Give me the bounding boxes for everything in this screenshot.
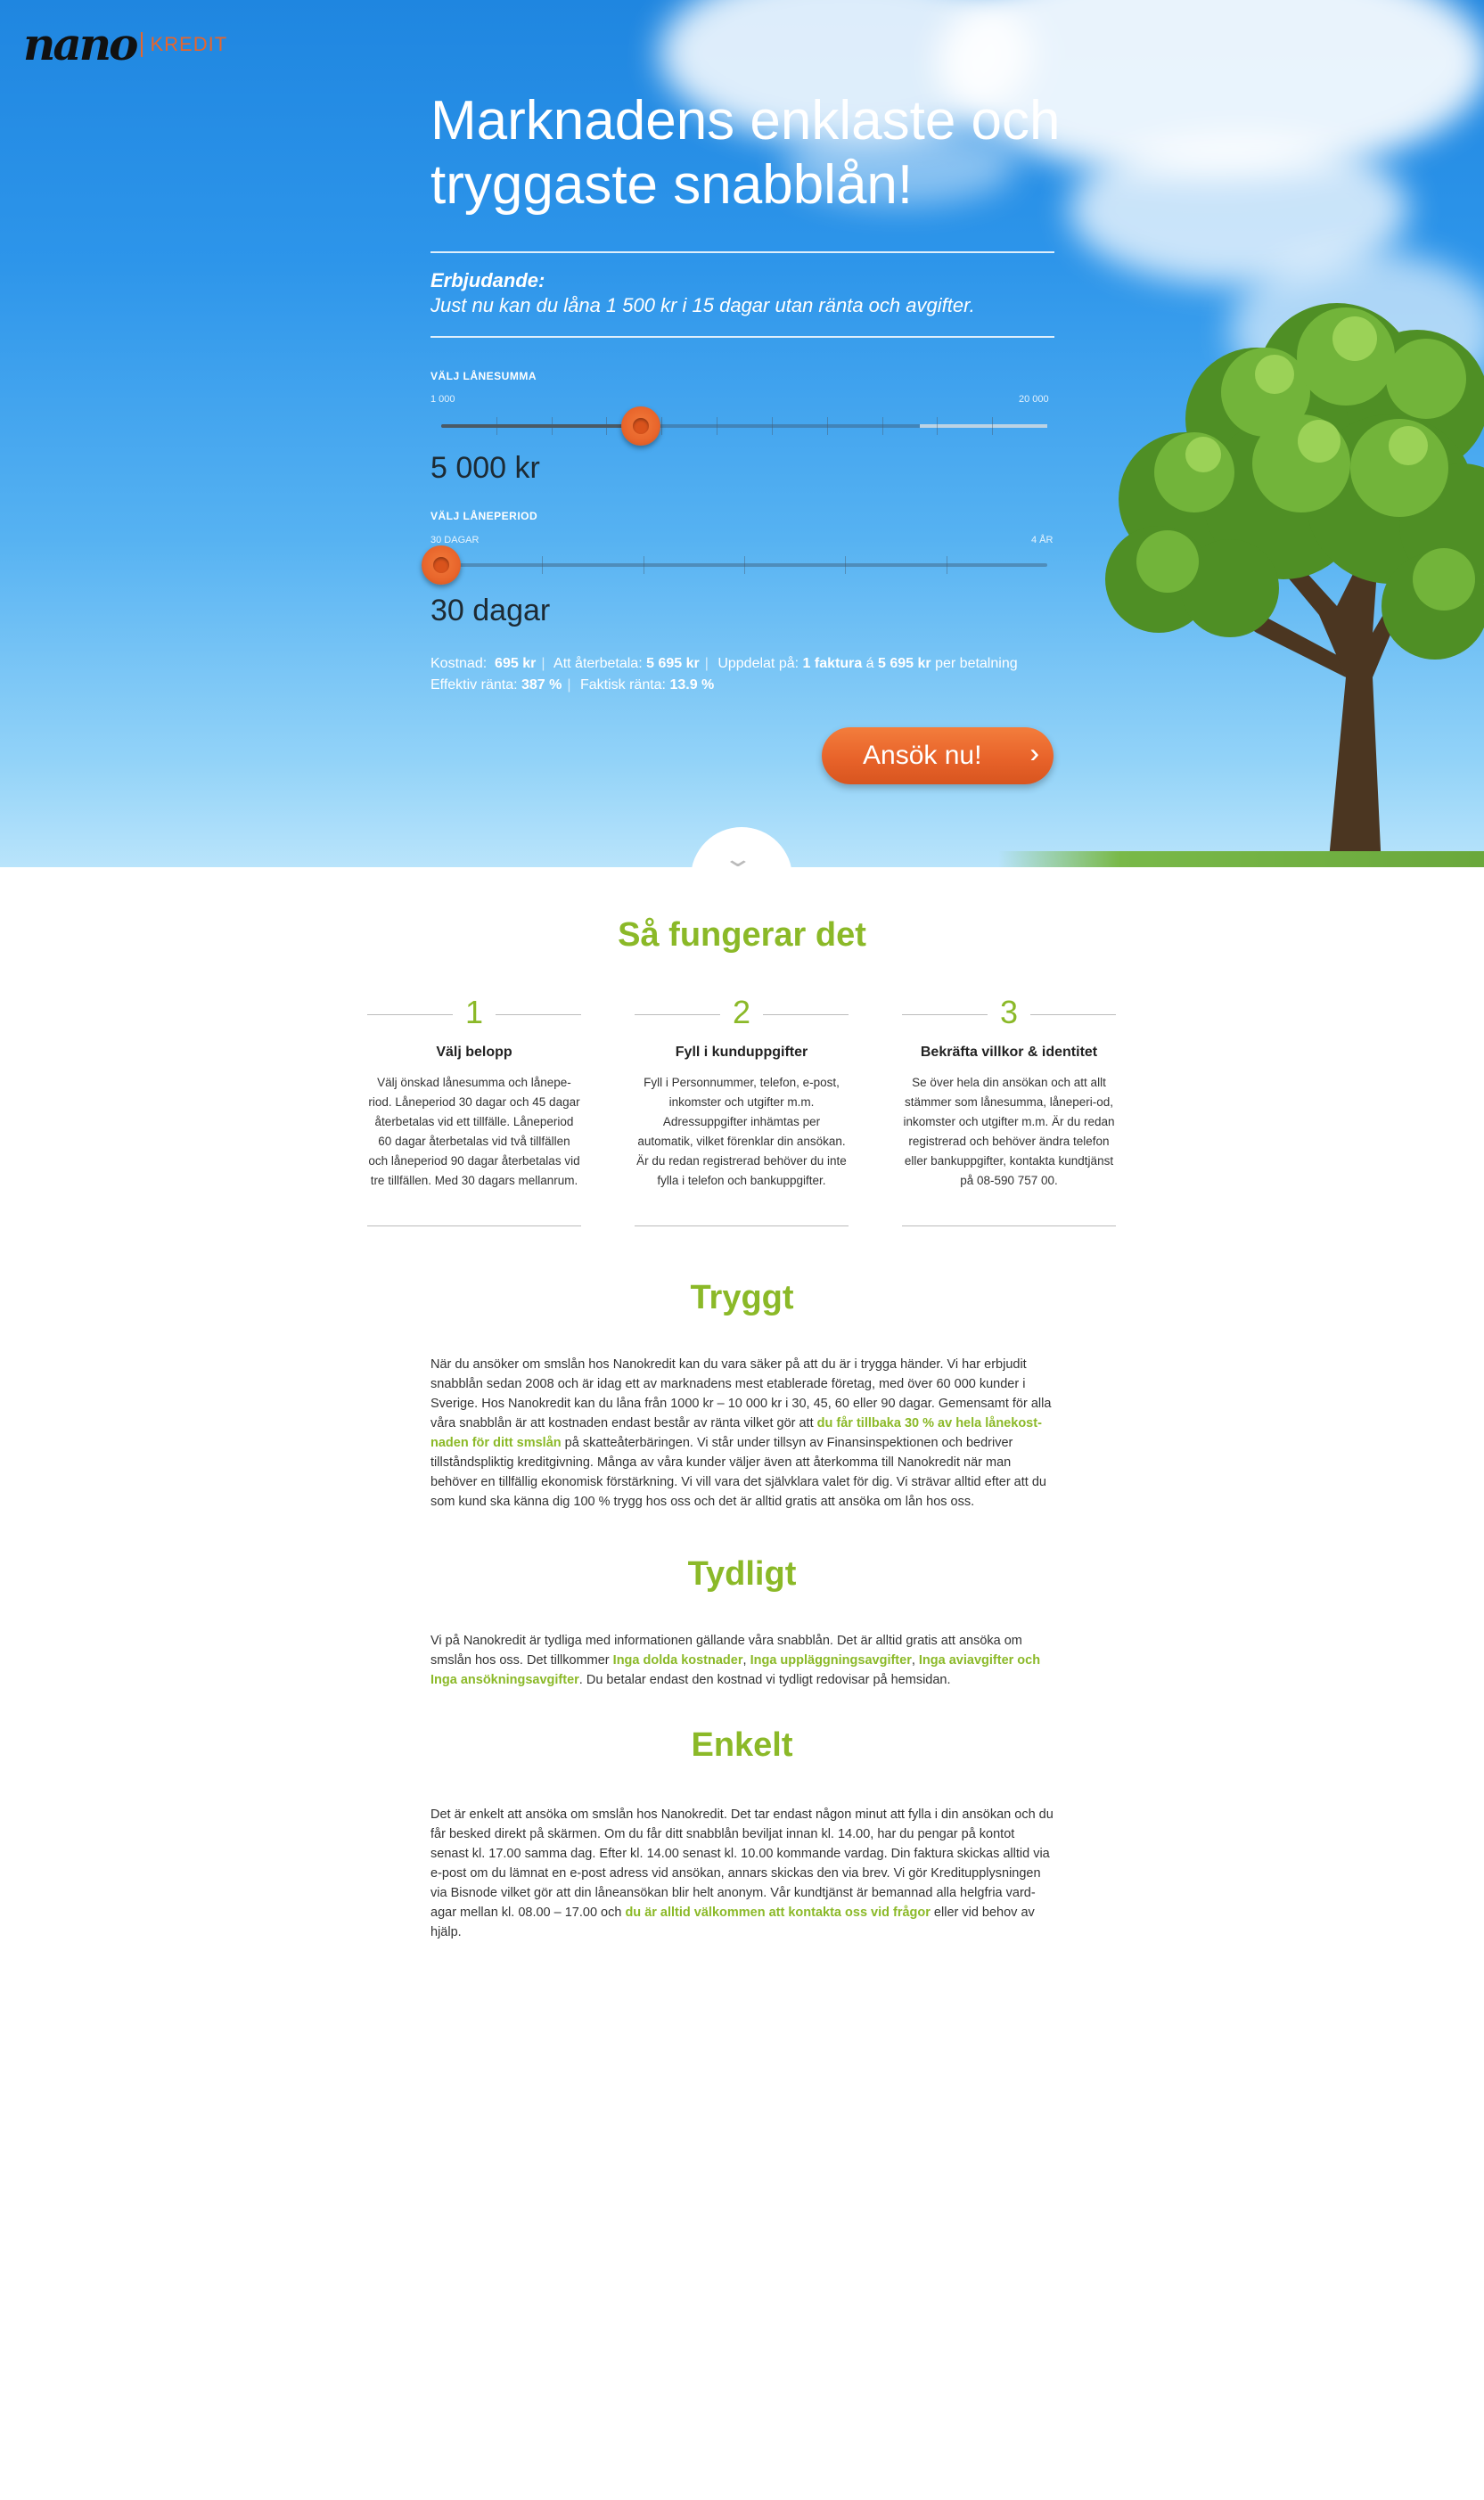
step-number: 1 (464, 994, 484, 1030)
per-payment-suffix: per betalning (935, 656, 1018, 671)
amount-value: 5 000 kr (430, 451, 540, 485)
amount-slider-track[interactable] (441, 417, 1047, 435)
actual-rate-label: Faktisk ränta: (579, 677, 666, 693)
step-title: Bekräfta villkor & identitet (920, 1045, 1098, 1060)
cost-value: 695 kr (495, 656, 537, 671)
step-rule (635, 1014, 720, 1015)
step-header: 3 (902, 988, 1116, 1037)
step-rule (367, 1014, 453, 1015)
setup-fees-link[interactable]: Inga uppläggningsavgifter (750, 1653, 912, 1668)
slider-tick (881, 417, 883, 435)
step-text: Fyll i Personnummer, telefon, e-post, in… (636, 1076, 847, 1187)
tree-illustration (1105, 303, 1484, 867)
nanokredit-logo[interactable]: nano KREDIT (23, 20, 227, 70)
slider-tick (826, 417, 828, 435)
step-title: Välj belopp (436, 1045, 512, 1060)
cost-summary: Kostnad: 695 kr | Att återbetala: 5 695 k… (430, 653, 1072, 696)
step-1: 1 Välj belopp Välj önskad lånesumma och … (367, 988, 581, 1191)
period-slider-max: 4 ÅR (1031, 535, 1054, 545)
step-divider (635, 1225, 849, 1226)
step-rule (496, 1014, 581, 1015)
cost-line-1: Kostnad: 695 kr | Att återbetala: 5 695 k… (430, 656, 1018, 671)
double-chevron-right-icon: › › (1029, 739, 1039, 768)
chevron-down-icon: ⌄ (722, 845, 754, 872)
slider-tick (496, 417, 497, 435)
tryggt-title: Tryggt (690, 1279, 794, 1316)
hidden-costs-link[interactable]: Inga dolda kostnader (613, 1653, 743, 1668)
amount-slider-fill (441, 424, 642, 428)
repay-label: Att återbetala: (553, 656, 643, 671)
apply-button[interactable]: Ansök nu! › › (822, 727, 1054, 784)
step-title: Fyll i kunduppgifter (675, 1045, 808, 1060)
step-header: 1 (367, 988, 581, 1037)
split-value: 1 faktura (802, 656, 863, 671)
slider-tick (845, 556, 847, 574)
split-label: Uppdelat på: (717, 656, 799, 671)
tryggt-text: När du ansöker om smslån hos Nanokredit … (430, 1355, 1054, 1512)
step-2: 2 Fyll i kunduppgifter Fyll i Personnumm… (635, 988, 849, 1191)
slider-tick (661, 417, 663, 435)
effective-rate-value: 387 % (521, 677, 562, 693)
enkelt-text: Det är enkelt att ansöka om smslån hos N… (430, 1805, 1054, 1942)
how-it-works-title: Så fungerar det (618, 916, 866, 954)
offer-title: Erbjudande: (430, 269, 545, 291)
period-slider-label: VÄLJ LÅNEPERIOD (430, 510, 538, 522)
amount-slider-handle[interactable] (621, 406, 661, 446)
divider (430, 336, 1054, 338)
cost-label: Kostnad: (430, 656, 488, 671)
tydligt-text: Vi på Nanokredit är tydliga med informat… (430, 1631, 1054, 1690)
tydligt-text-2: . Du betalar endast den kostnad vi tydli… (578, 1673, 951, 1687)
step-divider (367, 1225, 581, 1226)
logo-divider (141, 32, 143, 57)
amount-slider-min: 1 000 (430, 394, 455, 405)
step-rule (902, 1014, 988, 1015)
period-value: 30 dagar (430, 594, 551, 627)
slider-tick (542, 556, 544, 574)
slider-tick (551, 417, 553, 435)
period-slider-handle[interactable] (422, 545, 461, 585)
split-a: á (865, 656, 874, 671)
slider-tick (771, 417, 773, 435)
amount-slider-label: VÄLJ LÅNESUMMA (430, 370, 537, 382)
per-payment-value: 5 695 kr (878, 656, 931, 671)
tydligt-comma: , (911, 1653, 919, 1668)
repay-value: 5 695 kr (646, 656, 700, 671)
logo-subtitle: KREDIT (150, 33, 228, 55)
tydligt-comma: , (742, 1653, 750, 1668)
slider-tick (992, 417, 994, 435)
enkelt-title: Enkelt (691, 1726, 793, 1764)
slider-tick (606, 417, 608, 435)
step-text: Se över hela din ansökan och att allt st… (903, 1076, 1115, 1187)
step-number: 3 (999, 994, 1019, 1030)
period-slider-min: 30 DAGAR (430, 535, 480, 545)
effective-rate-label: Effektiv ränta: (430, 677, 518, 693)
step-divider (902, 1225, 1116, 1226)
step-3: 3 Bekräfta villkor & identitet Se över h… (902, 988, 1116, 1191)
amount-slider-segment (920, 424, 1047, 428)
cost-line-2: Effektiv ränta: 387 % | Faktisk ränta: 13… (430, 677, 715, 693)
hero-title: Marknadens enklaste och tryggaste snabbl… (430, 90, 1061, 216)
divider (430, 251, 1054, 253)
step-number: 2 (732, 994, 751, 1030)
logo-wordmark: nano (23, 18, 138, 70)
hero-section: nano KREDIT Marknadens enklaste och tryg… (0, 0, 1484, 867)
step-text: Välj önskad lånesumma och lånepe-riod. L… (368, 1076, 580, 1187)
actual-rate-value: 13.9 % (669, 677, 715, 693)
period-slider-track[interactable] (441, 556, 1047, 574)
amount-slider-max: 20 000 (1019, 394, 1049, 405)
contact-link[interactable]: du är alltid välkommen att kontakta oss … (625, 1906, 930, 1920)
apply-button-label: Ansök nu! (863, 741, 982, 770)
step-rule (1030, 1014, 1116, 1015)
step-rule (763, 1014, 849, 1015)
offer-text: Just nu kan du låna 1 500 kr i 15 dagar … (430, 294, 975, 316)
grass-decoration (998, 851, 1484, 867)
tydligt-title: Tydligt (687, 1555, 797, 1593)
enkelt-text-1: Det är enkelt att ansöka om smslån hos N… (430, 1807, 1054, 1920)
slider-tick (744, 556, 745, 574)
slider-tick (937, 417, 939, 435)
step-header: 2 (635, 988, 849, 1037)
